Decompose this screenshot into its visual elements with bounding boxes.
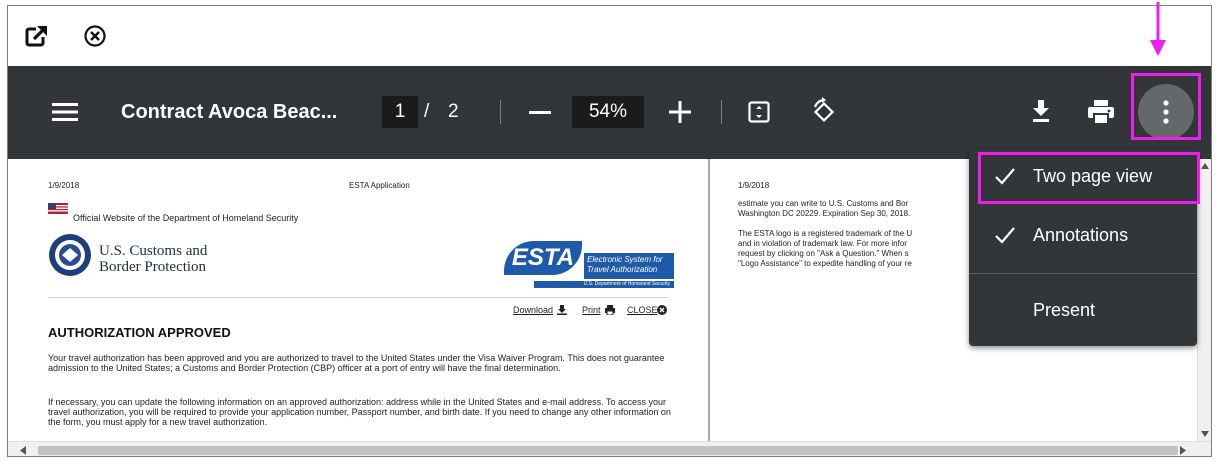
- page2-text-6: "Logo Assistance" to expedite handling o…: [738, 259, 912, 268]
- esta-subtitle-1: Electronic System for: [587, 255, 663, 264]
- menu-item-annotations[interactable]: Annotations: [969, 212, 1197, 260]
- scroll-down-icon[interactable]: [1201, 431, 1209, 437]
- esta-subtitle-2: Travel Authorization: [587, 265, 658, 274]
- page2-text-5: request by clicking on "Ask a Question."…: [738, 249, 909, 258]
- page-number-input[interactable]: 1: [382, 96, 418, 128]
- menu-separator: [969, 273, 1197, 274]
- page1-date: 1/9/2018: [48, 181, 80, 190]
- gov-banner: Official Website of the Department of Ho…: [73, 213, 299, 223]
- page-separator: /: [424, 101, 430, 122]
- page-total: 2: [448, 101, 459, 122]
- page2-text-2: Washington DC 20229. Expiration Sep 30, …: [738, 209, 911, 218]
- plus-icon[interactable]: [669, 101, 691, 123]
- toolbar-divider: [721, 100, 722, 124]
- close-circle-icon[interactable]: [83, 24, 107, 48]
- menu-item-label: Annotations: [1033, 225, 1129, 245]
- esta-logo-mark: ESTA: [504, 241, 582, 275]
- download-link[interactable]: Download: [513, 305, 553, 315]
- esta-dept-line: U.S. Department of Homeland Security: [534, 281, 674, 288]
- us-flag-icon: [48, 203, 68, 214]
- page2-date: 1/9/2018: [738, 181, 770, 190]
- authorization-paragraph-1: Your travel authorization has been appro…: [48, 353, 665, 373]
- open-in-new-icon[interactable]: [25, 24, 49, 48]
- zoom-level-input[interactable]: 54%: [572, 96, 644, 128]
- minus-icon[interactable]: [529, 104, 551, 120]
- esta-logo: ESTA Electronic System for Travel Author…: [504, 233, 684, 289]
- check-icon: [995, 227, 1015, 244]
- two-page-view-highlight: [978, 152, 1200, 204]
- close-small-icon: [657, 305, 667, 315]
- pdf-page-1: 1/9/2018 ESTA Application Official Websi…: [8, 159, 708, 441]
- page2-text-4: and in violation of trademark law. For m…: [738, 239, 907, 248]
- horizontal-scrollbar[interactable]: [8, 441, 1211, 456]
- scroll-left-icon[interactable]: [20, 446, 26, 455]
- rotate-icon[interactable]: [809, 97, 837, 125]
- page2-text-1: estimate you can write to U.S. Customs a…: [738, 199, 909, 208]
- top-bar: [8, 6, 1211, 66]
- toolbar-divider: [500, 100, 501, 124]
- print-small-icon: [605, 305, 615, 315]
- menu-item-present[interactable]: Present: [969, 287, 1197, 335]
- pointer-arrow-icon: [1150, 2, 1166, 56]
- viewer-window: Contract Avoca Beac... 1 / 2 54% 1/9/201…: [7, 5, 1212, 457]
- page1-header: ESTA Application: [349, 181, 410, 190]
- scroll-up-icon[interactable]: [1201, 163, 1209, 169]
- dhs-seal-icon: [49, 234, 91, 276]
- horizontal-scroll-thumb[interactable]: [38, 446, 1178, 455]
- cbp-name-line1: U.S. Customs and: [99, 243, 208, 259]
- close-link[interactable]: CLOSE: [627, 305, 658, 315]
- print-icon[interactable]: [1088, 100, 1114, 124]
- authorization-paragraph-2: If necessary, you can update the followi…: [48, 397, 671, 427]
- print-link[interactable]: Print: [582, 305, 601, 315]
- document-title: Contract Avoca Beac...: [121, 101, 338, 123]
- scroll-right-icon[interactable]: [1180, 446, 1186, 455]
- download-small-icon: [557, 305, 567, 315]
- download-icon[interactable]: [1031, 100, 1051, 122]
- pdf-toolbar: Contract Avoca Beac... 1 / 2 54%: [8, 66, 1211, 159]
- cbp-name-line2: Border Protection: [99, 259, 207, 275]
- page2-text-3: The ESTA logo is a registered trademark …: [738, 229, 913, 238]
- menu-item-label: Present: [1033, 300, 1096, 320]
- authorization-heading: AUTHORIZATION APPROVED: [48, 325, 231, 340]
- fit-page-icon[interactable]: [748, 101, 770, 123]
- more-options-highlight: [1131, 73, 1201, 140]
- menu-icon[interactable]: [52, 102, 78, 122]
- page1-divider: [48, 297, 668, 298]
